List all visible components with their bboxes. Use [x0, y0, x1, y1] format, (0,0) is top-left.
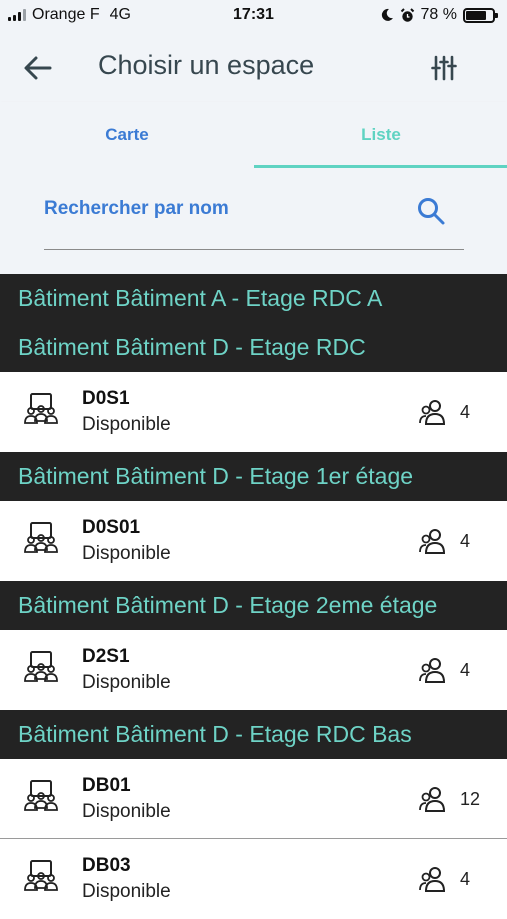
space-status: Disponible	[82, 414, 171, 435]
group-header: Bâtiment Bâtiment D - Etage RDC Bas	[0, 710, 507, 759]
meeting-room-icon	[24, 780, 58, 811]
space-status: Disponible	[82, 543, 171, 564]
battery-percent: 78 %	[420, 6, 457, 23]
search-placeholder: Rechercher par nom	[44, 198, 229, 219]
search-icon[interactable]	[416, 196, 446, 226]
list-item[interactable]: D2S1 Disponible 4	[0, 630, 507, 710]
group-header: Bâtiment Bâtiment A - Etage RDC A	[0, 274, 507, 323]
list-item[interactable]: DB01 Disponible 12	[0, 759, 507, 839]
list-item[interactable]: D0S1 Disponible 4	[0, 372, 507, 452]
status-right: 78 %	[380, 6, 498, 24]
space-name: D0S1	[82, 388, 130, 409]
space-status: Disponible	[82, 672, 171, 693]
arrow-left-icon	[24, 56, 52, 80]
tab-liste[interactable]: Liste	[254, 102, 507, 168]
meeting-room-icon	[24, 860, 58, 891]
space-name: D2S1	[82, 646, 130, 667]
page-title: Choisir un espace	[98, 50, 315, 80]
tab-bar: Carte Liste	[0, 102, 507, 168]
people-icon	[419, 867, 446, 892]
meeting-room-icon	[24, 651, 58, 682]
space-status: Disponible	[82, 801, 171, 822]
space-name: DB03	[82, 855, 131, 876]
space-capacity: 12	[460, 789, 481, 809]
group-header: Bâtiment Bâtiment D - Etage RDC	[0, 323, 507, 372]
search-area: Rechercher par nom	[0, 168, 507, 274]
space-name: D0S01	[82, 517, 141, 538]
list-item[interactable]: DB03 Disponible 4	[0, 839, 507, 919]
space-capacity: 4	[460, 660, 471, 680]
sliders-icon	[431, 55, 457, 81]
meeting-room-icon	[24, 522, 58, 553]
alarm-icon	[400, 7, 414, 22]
app-bar: Choisir un espace	[0, 32, 507, 102]
people-icon	[419, 529, 446, 554]
group-header: Bâtiment Bâtiment D - Etage 2eme étage	[0, 581, 507, 630]
space-capacity: 4	[460, 402, 471, 422]
filter-button[interactable]	[426, 50, 462, 86]
search-input[interactable]: Rechercher par nom	[44, 190, 464, 250]
back-button[interactable]	[20, 50, 56, 86]
group-header: Bâtiment Bâtiment D - Etage 1er étage	[0, 452, 507, 501]
list-item[interactable]: D0S01 Disponible 4	[0, 501, 507, 581]
space-list: Bâtiment Bâtiment A - Etage RDC A Bâtime…	[0, 274, 507, 919]
space-capacity: 4	[460, 869, 471, 889]
people-icon	[419, 400, 446, 425]
tab-carte[interactable]: Carte	[0, 102, 254, 168]
battery-icon	[463, 7, 498, 23]
status-bar: Orange F 4G 17:31 78 %	[0, 0, 507, 32]
space-name: DB01	[82, 775, 131, 796]
people-icon	[419, 658, 446, 683]
moon-icon	[381, 8, 393, 21]
space-capacity: 4	[460, 531, 471, 551]
meeting-room-icon	[24, 393, 58, 424]
people-icon	[419, 787, 446, 812]
